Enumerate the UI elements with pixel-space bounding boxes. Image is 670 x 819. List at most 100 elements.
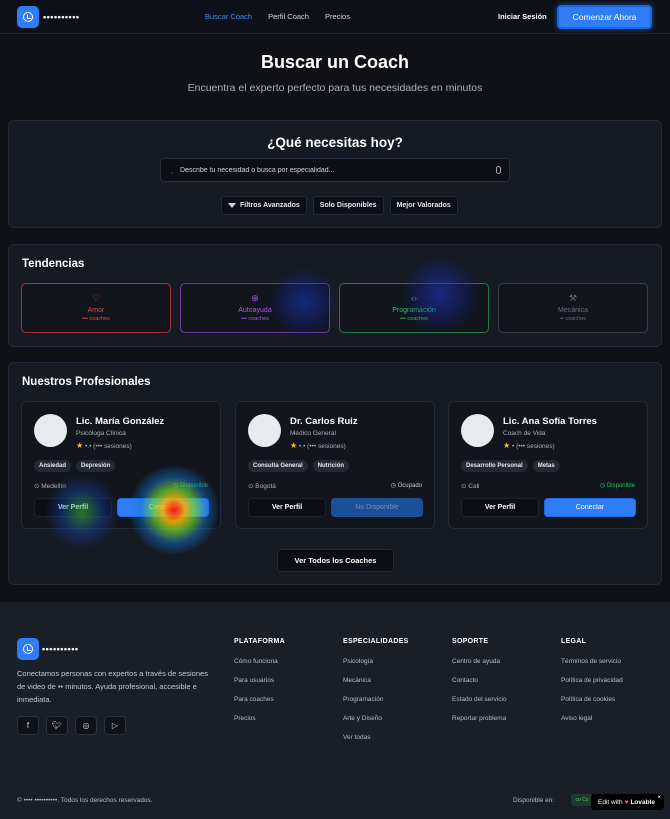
edit-with-lovable-badge[interactable]: Edit with ♥ Lovable × bbox=[591, 794, 664, 810]
filter-icon bbox=[228, 203, 236, 208]
footer-column-soporte: SOPORTE Centro de ayuda Contacto Estado … bbox=[452, 638, 507, 734]
connect-button[interactable]: Conectar bbox=[117, 498, 209, 517]
view-profile-button[interactable]: Ver Perfil bbox=[248, 498, 326, 517]
rating-value: •.• bbox=[298, 443, 306, 450]
social-links: f 🐦︎ ◎ ▷ bbox=[17, 716, 126, 735]
only-available-label: Solo Disponibles bbox=[319, 202, 377, 209]
trend-label: Amor bbox=[87, 307, 105, 314]
trend-amor[interactable]: ♡ Amor ••• coaches bbox=[21, 283, 171, 333]
footer-link[interactable]: Aviso legal bbox=[561, 715, 623, 734]
trend-count: •• coaches bbox=[560, 316, 586, 322]
clock-icon: ◷ bbox=[173, 483, 179, 489]
coach-rating: ★ •.• (••• sesiones) bbox=[76, 441, 132, 450]
coach-name: Lic. Ana Sofía Torres bbox=[503, 416, 597, 427]
instagram-icon[interactable]: ◎ bbox=[75, 716, 97, 735]
footer-link[interactable]: Psicología bbox=[343, 658, 409, 677]
top-rated-button[interactable]: Mejor Valorados bbox=[389, 196, 458, 215]
trend-label: Programación bbox=[392, 307, 436, 314]
avatar bbox=[461, 414, 494, 447]
status-label: Ocupado bbox=[397, 483, 422, 489]
login-link[interactable]: Iniciar Sesión bbox=[498, 12, 547, 21]
availability-status: ◷ Disponible bbox=[600, 482, 635, 489]
footer-link[interactable]: Términos de servicio bbox=[561, 658, 623, 677]
location-pin-icon: ⊙ bbox=[461, 483, 467, 490]
only-available-button[interactable]: Solo Disponibles bbox=[312, 196, 384, 215]
footer-brand: •••••••••• bbox=[42, 644, 79, 654]
footer-link[interactable]: Cómo funciona bbox=[234, 658, 285, 677]
code-icon: ‹› bbox=[411, 293, 417, 303]
connect-button-disabled: No Disponible bbox=[331, 498, 423, 517]
close-icon[interactable]: × bbox=[657, 795, 661, 801]
trend-programacion[interactable]: ‹› Programación ••• coaches bbox=[339, 283, 489, 333]
trends-title: Tendencias bbox=[22, 258, 85, 270]
connect-button[interactable]: Conectar bbox=[544, 498, 636, 517]
session-count: (••• sesiones) bbox=[307, 443, 346, 450]
available-badge[interactable]: co Co bbox=[571, 794, 593, 806]
footer-link[interactable]: Arte y Diseño bbox=[343, 715, 409, 734]
coach-card: Lic. María González Psicóloga Clínica ★ … bbox=[21, 401, 221, 529]
location-pin-icon: ⊙ bbox=[34, 483, 40, 490]
footer-link[interactable]: Estado del servicio bbox=[452, 696, 507, 715]
coach-location: ⊙ Bogotá bbox=[248, 482, 276, 490]
search-input[interactable] bbox=[180, 163, 480, 177]
clock-icon: ◷ bbox=[390, 483, 396, 489]
youtube-icon[interactable]: ▷ bbox=[104, 716, 126, 735]
advanced-filters-label: Filtros Avanzados bbox=[240, 202, 300, 209]
trend-count: ••• coaches bbox=[241, 316, 269, 322]
tag: Nutrición bbox=[312, 460, 350, 472]
facebook-icon[interactable]: f bbox=[17, 716, 39, 735]
nav-link-perfil-coach[interactable]: Perfil Coach bbox=[268, 12, 309, 21]
nav-link-precios[interactable]: Precios bbox=[325, 12, 350, 21]
sparkle-icon: ˛ bbox=[171, 167, 174, 174]
microphone-icon[interactable] bbox=[496, 166, 501, 174]
professionals-panel: Nuestros Profesionales Lic. María Gonzál… bbox=[8, 362, 662, 585]
location-label: Bogotá bbox=[255, 483, 276, 490]
view-all-coaches-button[interactable]: Ver Todos los Coaches bbox=[277, 549, 394, 572]
clock-logo-icon[interactable] bbox=[17, 6, 39, 28]
nav-links: Buscar Coach Perfil Coach Precios bbox=[205, 12, 350, 21]
footer-link[interactable]: Política de cookies bbox=[561, 696, 623, 715]
footer-link[interactable]: Para coaches bbox=[234, 696, 285, 715]
nav-link-buscar-coach[interactable]: Buscar Coach bbox=[205, 12, 252, 21]
footer-link[interactable]: Ver todas bbox=[343, 734, 409, 753]
available-on-label: Disponible en: bbox=[513, 797, 555, 804]
trend-mecanica[interactable]: ⚒ Mecánica •• coaches bbox=[498, 283, 648, 333]
tag: Ansiedad bbox=[34, 460, 72, 472]
top-rated-label: Mejor Valorados bbox=[396, 202, 451, 209]
footer-column-legal: LEGAL Términos de servicio Política de p… bbox=[561, 638, 623, 734]
footer-link[interactable]: Precios bbox=[234, 715, 285, 734]
filter-buttons: Filtros Avanzados Solo Disponibles Mejor… bbox=[221, 196, 458, 215]
advanced-filters-button[interactable]: Filtros Avanzados bbox=[221, 196, 307, 215]
brand-name[interactable]: •••••••••• bbox=[43, 12, 80, 22]
avatar bbox=[34, 414, 67, 447]
trend-count: ••• coaches bbox=[82, 316, 110, 322]
view-profile-button[interactable]: Ver Perfil bbox=[34, 498, 112, 517]
lovable-edit-label: Edit with bbox=[598, 798, 623, 806]
status-label: Disponible bbox=[179, 483, 208, 489]
page-subtitle: Encuentra el experto perfecto para tus n… bbox=[187, 82, 483, 94]
footer-link[interactable]: Reportar problema bbox=[452, 715, 507, 734]
trend-autoayuda[interactable]: ⊕ Autoayuda ••• coaches bbox=[180, 283, 330, 333]
trend-label: Mecánica bbox=[558, 307, 588, 314]
coach-tags: Consulta General Nutrición bbox=[248, 460, 350, 472]
coach-name: Lic. María González bbox=[76, 416, 165, 427]
twitter-icon[interactable]: 🐦︎ bbox=[46, 716, 68, 735]
clock-logo-icon[interactable] bbox=[17, 638, 39, 660]
footer-link[interactable]: Mecánica bbox=[343, 677, 409, 696]
footer-link[interactable]: Para usuarios bbox=[234, 677, 285, 696]
coach-role: Médico General bbox=[290, 430, 336, 437]
search-title: ¿Qué necesitas hoy? bbox=[267, 135, 403, 150]
rating-value: • bbox=[511, 443, 515, 450]
view-profile-button[interactable]: Ver Perfil bbox=[461, 498, 539, 517]
footer: •••••••••• Conectamos personas con exper… bbox=[0, 602, 670, 819]
coach-role: Psicóloga Clínica bbox=[76, 430, 126, 437]
trend-count: ••• coaches bbox=[400, 316, 428, 322]
footer-link[interactable]: Programación bbox=[343, 696, 409, 715]
search-box[interactable]: ˛ bbox=[160, 158, 510, 182]
star-icon: ★ bbox=[76, 441, 84, 450]
footer-link[interactable]: Contacto bbox=[452, 677, 507, 696]
footer-link[interactable]: Política de privacidad bbox=[561, 677, 623, 696]
rating-value: •.• bbox=[84, 443, 92, 450]
get-started-button[interactable]: Comenzar Ahora bbox=[557, 5, 652, 29]
footer-link[interactable]: Centro de ayuda bbox=[452, 658, 507, 677]
